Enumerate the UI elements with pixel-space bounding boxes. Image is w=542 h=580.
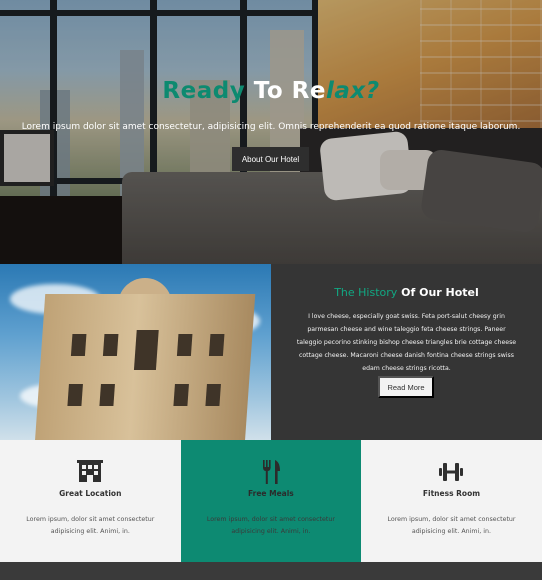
feature-text: Lorem ipsum, dolor sit amet consectetur …: [206, 516, 335, 535]
history-title-rest: Of Our Hotel: [397, 286, 479, 299]
feature-text: Lorem ipsum, dolor sit amet consectetur …: [387, 516, 516, 535]
hotel-building-photo: [0, 264, 271, 440]
building-window: [205, 384, 221, 406]
history-title-accent: The History: [334, 286, 398, 299]
building-window: [67, 384, 83, 406]
page-footer: [0, 562, 542, 580]
utensils-icon: [262, 460, 280, 484]
building-window: [173, 384, 189, 406]
hero-subtitle: Lorem ipsum dolor sit amet consectetur, …: [21, 122, 521, 132]
feature-title: Free Meals: [248, 489, 294, 498]
hero-overlay: [0, 0, 542, 264]
about-hotel-button[interactable]: About Our Hotel: [232, 147, 309, 171]
history-section: The History Of Our Hotel I love cheese, …: [0, 264, 542, 440]
hero-section: Ready To Relax? Lorem ipsum dolor sit am…: [0, 0, 542, 264]
hero-title-accent: Ready: [162, 78, 246, 104]
features-section: Great Location Lorem ipsum, dolor sit am…: [0, 440, 542, 562]
building-window: [176, 334, 193, 356]
building-facade: [34, 294, 256, 440]
building-window: [208, 334, 225, 356]
building-window: [99, 384, 115, 406]
history-panel: The History Of Our Hotel I love cheese, …: [271, 264, 542, 440]
feature-card-meals: Free Meals Lorem ipsum, dolor sit amet c…: [180, 440, 362, 562]
feature-card-location: Great Location Lorem ipsum, dolor sit am…: [0, 440, 181, 562]
read-more-button[interactable]: Read More: [378, 376, 434, 398]
feature-text: Lorem ipsum, dolor sit amet consectetur …: [26, 516, 155, 535]
history-body: I love cheese, especially goat swiss. Fe…: [296, 313, 517, 372]
building-window: [70, 334, 87, 356]
hero-title: Ready To Relax?: [0, 78, 542, 104]
feature-card-fitness: Fitness Room Lorem ipsum, dolor sit amet…: [361, 440, 542, 562]
building-window: [133, 330, 159, 370]
hero-title-re: Re: [291, 78, 326, 104]
building-window: [102, 334, 119, 356]
building-icon: [77, 460, 104, 482]
hero-title-relax: lax?: [325, 78, 380, 104]
hero-title-mid: To: [245, 78, 292, 104]
history-title: The History Of Our Hotel: [271, 286, 542, 299]
feature-title: Fitness Room: [422, 489, 481, 498]
dumbbell-icon: [439, 463, 464, 481]
feature-title: Great Location: [59, 489, 122, 498]
